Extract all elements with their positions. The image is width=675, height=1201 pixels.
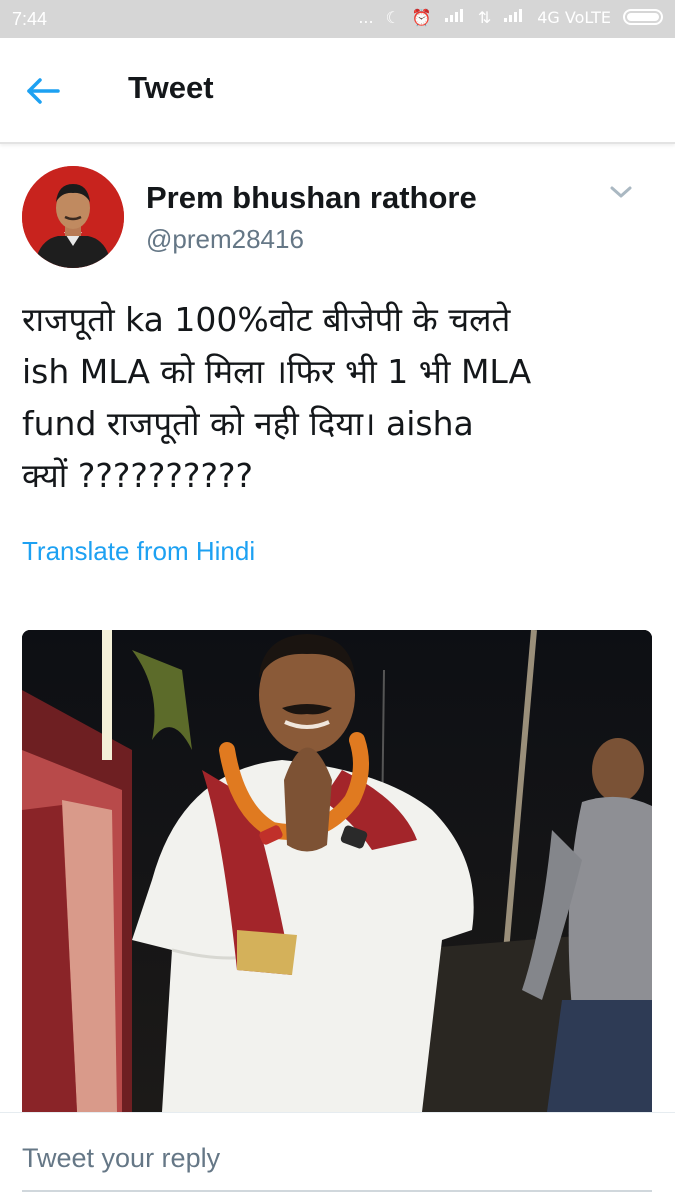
alarm-icon: ⏰ xyxy=(411,7,432,27)
tweet-text-line: राजपूतो ka 100%वोट बीजेपी के चलते xyxy=(22,300,511,339)
display-name[interactable]: Prem bhushan rathore xyxy=(146,180,477,216)
arrow-left-icon xyxy=(27,78,60,104)
photo-image xyxy=(22,630,652,1112)
avatar-image xyxy=(22,166,124,268)
signal-icon xyxy=(444,7,466,27)
avatar[interactable] xyxy=(22,166,124,268)
tweet-options-button[interactable] xyxy=(606,180,636,204)
translate-link[interactable]: Translate from Hindi xyxy=(22,536,255,567)
data-transfer-icon: ⇅ xyxy=(477,7,492,27)
tweet-text-line: ish MLA को मिला ।फिर भी 1 भी MLA xyxy=(22,352,532,391)
network-type-label: 4G VoLTE xyxy=(537,7,611,27)
tweet-text: राजपूतो ka 100%वोट बीजेपी के चलते ish ML… xyxy=(22,294,662,502)
app-header: Tweet xyxy=(0,38,675,144)
more-dots-icon: ... xyxy=(358,7,374,27)
battery-icon xyxy=(623,9,663,25)
status-time: 7:44 xyxy=(12,9,48,29)
user-handle[interactable]: @prem28416 xyxy=(146,224,304,255)
tweet-photo[interactable] xyxy=(22,630,652,1112)
reply-underline xyxy=(22,1190,652,1192)
tweet-text-line: fund राजपूतो को नही दिया। aisha xyxy=(22,404,474,443)
signal-icon-2 xyxy=(503,7,525,27)
moon-icon: ☾ xyxy=(385,7,400,27)
reply-bar: Tweet your reply xyxy=(0,1112,675,1201)
tweet-text-line: क्यों ?????????? xyxy=(22,456,253,495)
reply-input[interactable]: Tweet your reply xyxy=(22,1143,220,1174)
status-bar: 7:44 ... ☾ ⏰ ⇅ 4G VoLTE xyxy=(0,0,675,38)
status-icons: ... ☾ ⏰ ⇅ 4G VoLTE xyxy=(358,7,663,27)
chevron-down-icon xyxy=(610,186,632,198)
back-button[interactable] xyxy=(22,70,64,112)
page-title: Tweet xyxy=(128,70,214,105)
